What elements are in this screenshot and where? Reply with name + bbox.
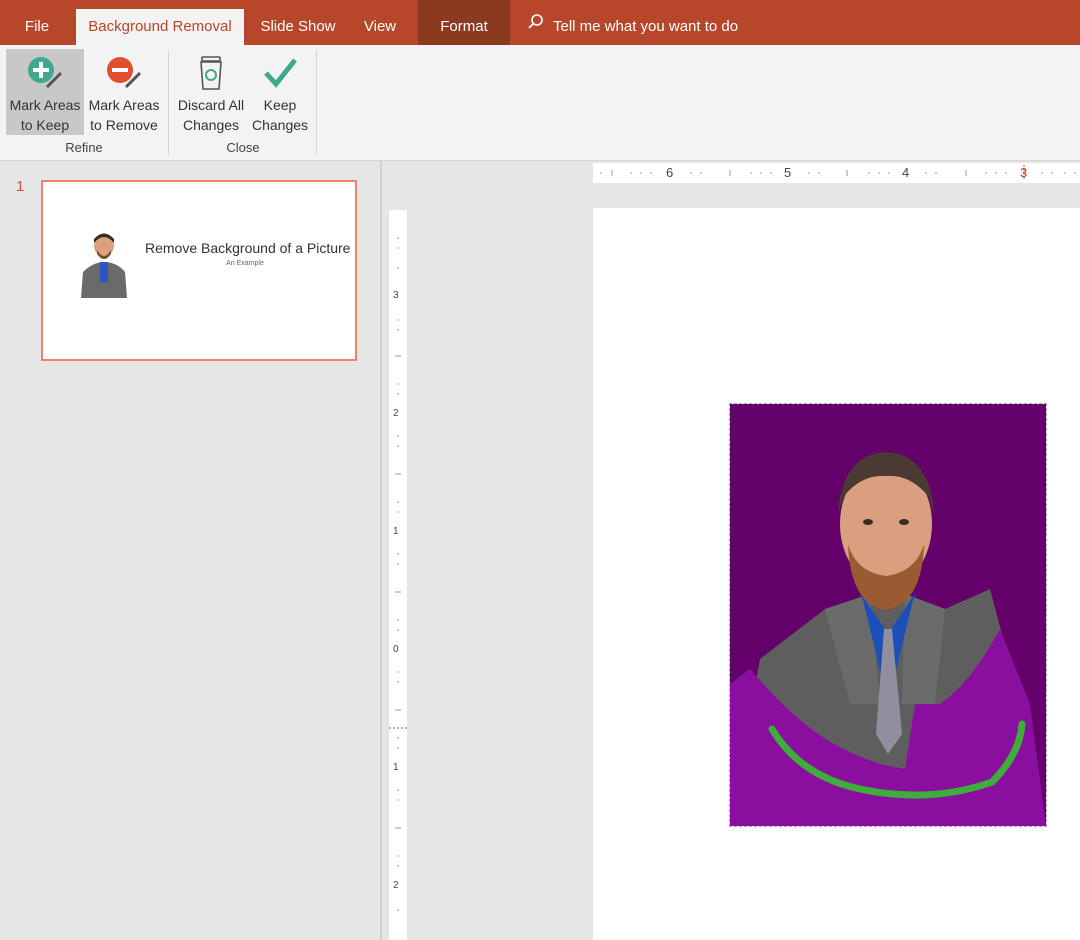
minus-circle-pencil-icon xyxy=(107,57,142,89)
ribbon-separator xyxy=(168,50,169,155)
mark-keep-label-2: to Keep xyxy=(20,117,70,133)
discard-label-2: Changes xyxy=(182,117,240,133)
plus-circle-pencil-icon xyxy=(28,57,63,89)
ruler-number: 3 xyxy=(393,290,399,301)
picture-with-removal-overlay[interactable] xyxy=(729,403,1047,827)
ruler-number: 0 xyxy=(393,644,399,655)
thumbnail-title: Remove Background of a Picture xyxy=(145,240,351,256)
ruler-number: 1 xyxy=(393,762,399,773)
discard-all-changes-button[interactable]: Discard All Changes xyxy=(174,49,248,135)
tell-me-text: Tell me what you want to do xyxy=(553,18,739,35)
ruler-ticks xyxy=(389,237,407,911)
ruler-number: 1 xyxy=(393,526,399,537)
portrait-image xyxy=(730,404,1046,826)
keep-label-1: Keep xyxy=(263,97,297,113)
ruler-number: 2 xyxy=(393,408,399,419)
mark-remove-label-2: to Remove xyxy=(90,117,158,133)
ruler-number: 6 xyxy=(666,165,674,180)
keep-changes-button[interactable]: Keep Changes xyxy=(250,49,310,135)
horizontal-ruler: 6 5 4 3 xyxy=(593,163,1080,183)
tab-format[interactable]: Format xyxy=(418,0,510,45)
ribbon-separator xyxy=(316,50,317,155)
ribbon-tab-bar: File Background Removal Slide Show View … xyxy=(0,0,1080,45)
discard-label-1: Discard All xyxy=(177,97,245,113)
tab-slide-show[interactable]: Slide Show xyxy=(252,0,344,45)
tell-me-search[interactable]: Tell me what you want to do xyxy=(527,0,738,45)
ruler-number: 3 xyxy=(1020,165,1028,180)
group-refine-label: Refine xyxy=(65,140,103,155)
mark-keep-label-1: Mark Areas xyxy=(9,97,81,113)
mark-areas-to-keep-button[interactable]: Mark Areas to Keep xyxy=(6,49,84,135)
keep-label-2: Changes xyxy=(251,117,309,133)
group-close-label: Close xyxy=(226,140,260,155)
ribbon: Mark Areas to Keep Mark Areas to Remove … xyxy=(0,45,1080,161)
slide-number: 1 xyxy=(16,178,25,195)
checkmark-icon xyxy=(264,58,297,88)
thumbnail-portrait xyxy=(81,233,127,298)
ruler-number: 5 xyxy=(784,165,792,180)
mark-areas-to-remove-button[interactable]: Mark Areas to Remove xyxy=(86,49,162,135)
thumbnail-subtitle: An Example xyxy=(226,260,264,267)
ruler-number: 4 xyxy=(902,165,910,180)
ruler-number: 2 xyxy=(393,880,399,891)
tab-background-removal[interactable]: Background Removal xyxy=(76,9,244,45)
slide-thumbnail[interactable]: Remove Background of a Picture An Exampl… xyxy=(41,180,357,361)
mark-remove-label-1: Mark Areas xyxy=(88,97,160,113)
recycle-bin-icon xyxy=(200,56,222,90)
tab-view[interactable]: View xyxy=(356,0,404,45)
vertical-ruler: 3 2 1 0 1 2 xyxy=(389,210,407,940)
tab-file[interactable]: File xyxy=(14,0,60,45)
